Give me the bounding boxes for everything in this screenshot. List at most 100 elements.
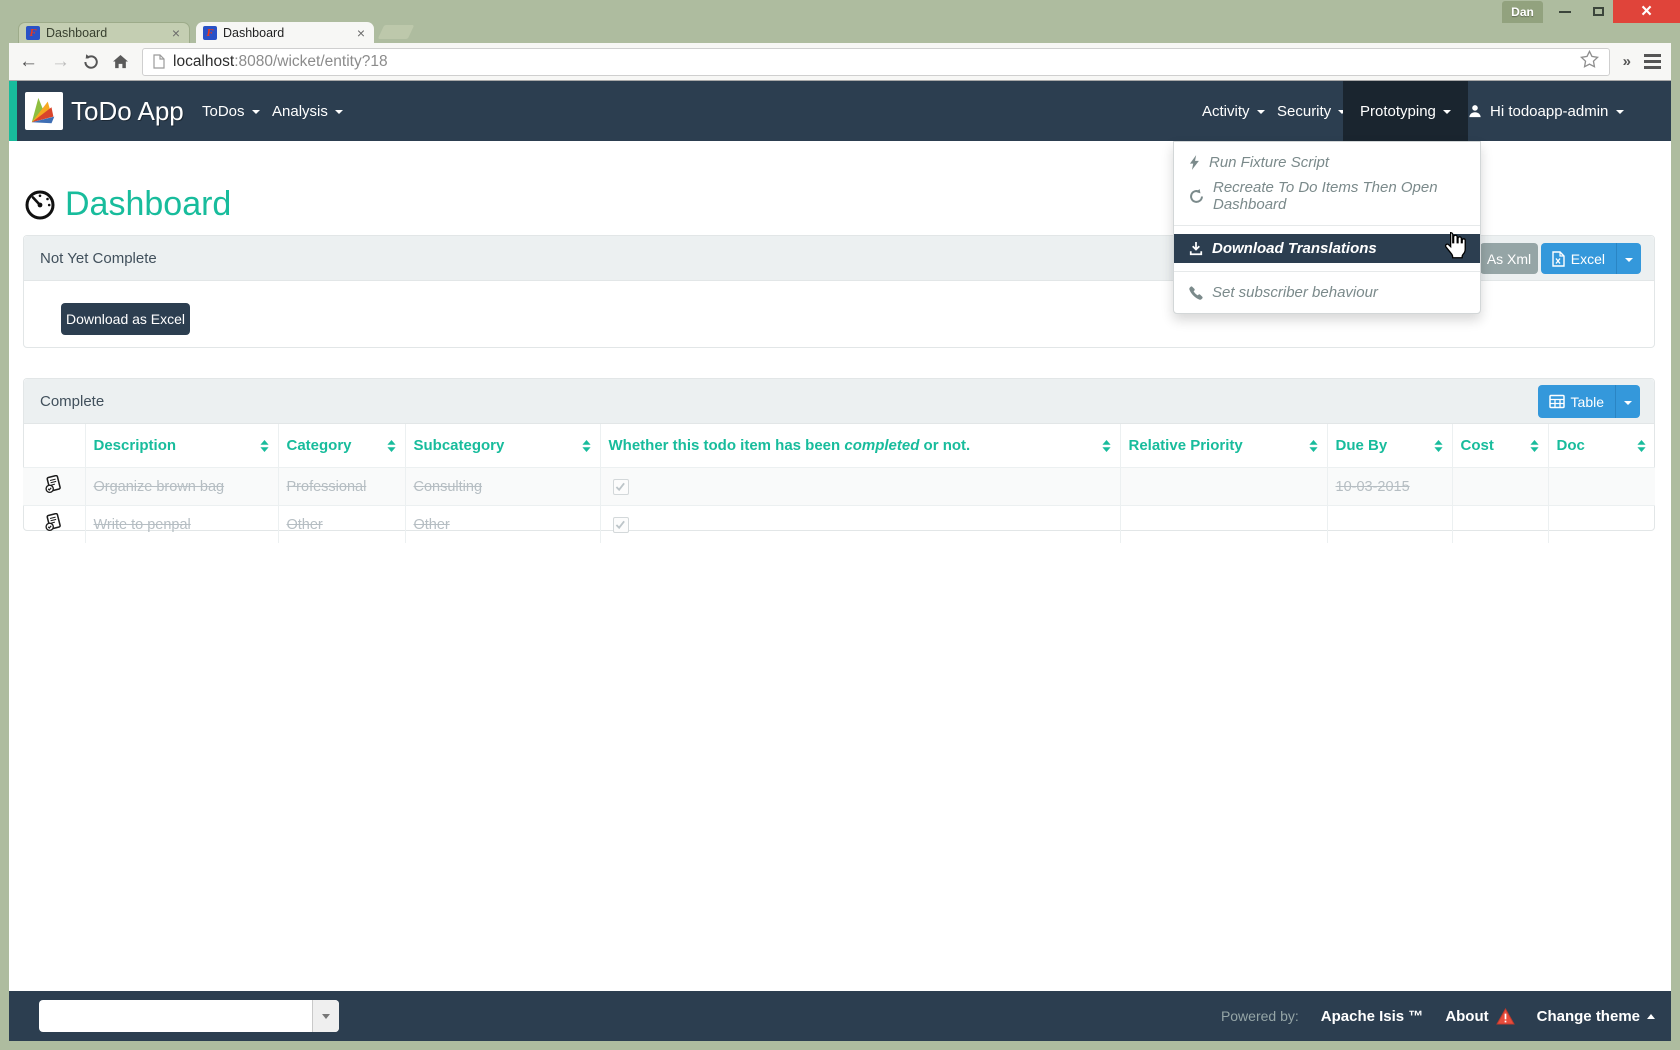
warning-icon	[1496, 1008, 1515, 1025]
cell-description: Organize brown bag	[94, 479, 225, 495]
column-header-relative-priority[interactable]: Relative Priority	[1120, 424, 1327, 468]
page-viewport: ToDo App ToDos Analysis Activity Securit…	[9, 81, 1671, 1041]
sort-icon[interactable]	[1530, 440, 1539, 452]
todo-item-icon-cell[interactable]	[23, 506, 85, 544]
panel-header: Complete Table	[24, 379, 1654, 424]
forward-icon: →	[51, 51, 70, 73]
theme-select-button[interactable]	[312, 1000, 339, 1032]
chevron-down-icon	[1443, 110, 1451, 114]
tab-close-icon[interactable]: ×	[170, 25, 182, 41]
phone-icon	[1189, 286, 1203, 300]
completed-checkbox[interactable]	[613, 479, 629, 495]
cell-due-by: 10-03-2015	[1336, 479, 1410, 495]
browser-menu-icon[interactable]	[1644, 54, 1661, 69]
minimize-icon	[1559, 11, 1571, 13]
theme-select[interactable]	[39, 1000, 339, 1032]
table-row: Write to penpal Other Other	[23, 506, 1655, 544]
browser-tab-active[interactable]: F Dashboard ×	[196, 22, 374, 43]
panel-title: Not Yet Complete	[40, 250, 157, 267]
browser-window: Dan × F Dashboard × F Dashboard × ← → lo…	[0, 0, 1680, 1050]
download-as-excel-button[interactable]: Download as Excel	[61, 303, 190, 335]
cell-category: Other	[287, 517, 323, 533]
new-tab-button[interactable]	[378, 25, 415, 39]
todo-item-icon-cell[interactable]	[23, 468, 85, 506]
column-header-cost[interactable]: Cost	[1452, 424, 1548, 468]
menu-item-run-fixture-script[interactable]: Run Fixture Script	[1174, 150, 1480, 175]
home-icon[interactable]	[112, 54, 129, 69]
nav-item-prototyping[interactable]: Prototyping	[1343, 81, 1468, 141]
sort-icon[interactable]	[1637, 440, 1646, 452]
table-button-main[interactable]: Table	[1538, 385, 1615, 418]
page-icon	[153, 54, 165, 69]
window-minimize-button[interactable]	[1548, 0, 1581, 23]
cell-subcategory: Consulting	[414, 479, 483, 495]
window-maximize-button[interactable]	[1583, 0, 1613, 23]
brand-title[interactable]: ToDo App	[71, 81, 184, 141]
accent-strip	[9, 81, 17, 141]
column-header-category[interactable]: Category	[278, 424, 405, 468]
table-icon	[1549, 394, 1565, 409]
back-icon[interactable]: ←	[19, 51, 38, 73]
about-link[interactable]: About	[1445, 1008, 1514, 1025]
chrome-profile-badge[interactable]: Dan	[1502, 1, 1543, 23]
table-row: Organize brown bag Professional Consulti…	[23, 468, 1655, 506]
bookmark-star-icon[interactable]	[1580, 50, 1599, 73]
complete-panel: Complete Table Descriptio	[23, 378, 1655, 531]
powered-by-label: Powered by:	[1221, 1008, 1299, 1024]
nav-item-user[interactable]: Hi todoapp-admin	[1453, 81, 1639, 141]
window-close-button[interactable]: ×	[1613, 0, 1680, 23]
column-header-completed[interactable]: Whether this todo item has been complete…	[600, 424, 1120, 468]
chevron-down-icon	[322, 1014, 330, 1019]
column-header-due-by[interactable]: Due By	[1327, 424, 1452, 468]
chevron-down-icon	[1624, 401, 1632, 405]
nav-item-analysis[interactable]: Analysis	[257, 81, 358, 141]
column-header-subcategory[interactable]: Subcategory	[405, 424, 600, 468]
sort-icon[interactable]	[260, 440, 269, 452]
more-extensions-icon[interactable]: »	[1623, 53, 1631, 70]
excel-button-main[interactable]: Excel	[1541, 243, 1616, 274]
apache-isis-logo[interactable]	[25, 92, 63, 130]
browser-tab-inactive[interactable]: F Dashboard ×	[18, 22, 190, 43]
app-navbar: ToDo App ToDos Analysis Activity Securit…	[9, 81, 1671, 141]
cell-subcategory: Other	[414, 517, 450, 533]
reload-icon[interactable]	[83, 54, 99, 70]
favicon: F	[203, 26, 217, 40]
menu-item-recreate-todo-items[interactable]: Recreate To Do Items Then Open Dashboard	[1174, 175, 1480, 217]
refresh-icon	[1189, 189, 1204, 204]
menu-item-download-translations[interactable]: Download Translations	[1174, 234, 1480, 263]
browser-toolbar: ← → localhost:8080/wicket/entity?18 »	[9, 43, 1671, 81]
tab-close-icon[interactable]: ×	[355, 25, 367, 41]
download-icon	[1189, 242, 1203, 256]
menu-divider	[1174, 225, 1480, 226]
completed-checkbox[interactable]	[613, 517, 629, 533]
sort-icon[interactable]	[1102, 440, 1111, 452]
theme-select-value	[39, 1000, 312, 1032]
close-icon: ×	[1641, 1, 1652, 23]
apache-isis-link[interactable]: Apache Isis ™	[1321, 1008, 1424, 1025]
favicon: F	[26, 26, 40, 40]
user-icon	[1468, 104, 1482, 118]
tab-title: Dashboard	[46, 26, 170, 40]
maximize-icon	[1593, 7, 1604, 16]
sort-icon[interactable]	[582, 440, 591, 452]
excel-button-caret[interactable]	[1616, 243, 1641, 274]
address-bar[interactable]: localhost:8080/wicket/entity?18	[142, 48, 1610, 76]
sort-icon[interactable]	[1309, 440, 1318, 452]
column-header-description[interactable]: Description	[85, 424, 278, 468]
completed-todos-table: Description Category Subcategory Whether…	[23, 424, 1655, 543]
todo-item-icon	[44, 475, 63, 494]
chevron-down-icon	[335, 110, 343, 114]
column-header-doc[interactable]: Doc	[1548, 424, 1655, 468]
menu-divider	[1174, 271, 1480, 272]
todo-item-icon	[44, 513, 63, 532]
tab-title: Dashboard	[223, 26, 355, 40]
cell-description: Write to penpal	[94, 517, 191, 533]
sort-icon[interactable]	[387, 440, 396, 452]
footer-links: Powered by: Apache Isis ™ About Change t…	[1221, 991, 1655, 1041]
table-button-caret[interactable]	[1615, 385, 1640, 418]
download-as-xml-button[interactable]: As Xml	[1480, 243, 1538, 274]
sort-icon[interactable]	[1434, 440, 1443, 452]
change-theme-link[interactable]: Change theme	[1537, 1008, 1655, 1025]
menu-item-set-subscriber-behaviour[interactable]: Set subscriber behaviour	[1174, 280, 1480, 305]
panel-title: Complete	[40, 393, 104, 410]
